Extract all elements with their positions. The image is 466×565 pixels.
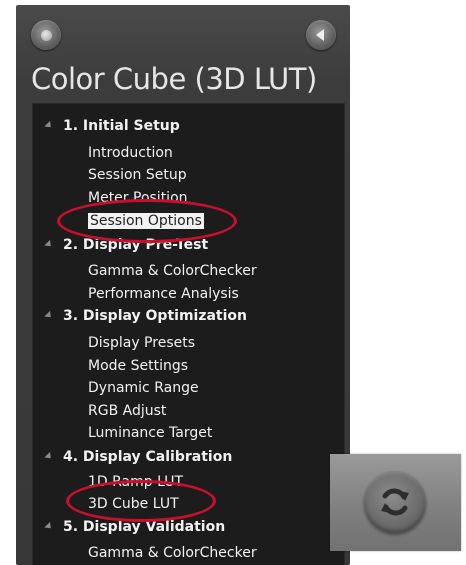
tree-item-3d-cube-lut[interactable]: 3D Cube LUT (88, 493, 179, 515)
refresh-button[interactable] (364, 471, 426, 533)
dot-icon (40, 29, 52, 41)
tree-item-label: Luminance Target (88, 425, 213, 441)
collapse-arrow-icon[interactable] (44, 239, 54, 250)
panel-title: Color Cube (3D LUT) (31, 62, 317, 96)
tree-item-gamma-colorchecker[interactable]: Gamma & ColorChecker (88, 260, 257, 282)
section-label: 5. Display Validation (63, 519, 226, 535)
section-label: 3. Display Optimization (63, 308, 247, 324)
refresh-inset (330, 454, 461, 551)
tree-item-rgb-adjust[interactable]: RGB Adjust (88, 400, 166, 422)
tree-item-label: Gamma & ColorChecker (88, 545, 257, 561)
tree-section-display-pre-test[interactable]: 2. Display Pre-Test (33, 234, 344, 256)
screenshot-stage: Color Cube (3D LUT) 1. Initial Setup Int… (0, 0, 466, 565)
color-cube-panel: Color Cube (3D LUT) 1. Initial Setup Int… (16, 5, 350, 565)
tree-item-label: Session Setup (88, 167, 187, 183)
tree-item-label: RGB Adjust (88, 403, 167, 419)
tree-item-label: Dynamic Range (88, 380, 199, 396)
tree-item-performance-analysis[interactable]: Performance Analysis (88, 283, 239, 305)
collapse-arrow-icon[interactable] (44, 451, 54, 462)
tree-item-label: Meter Position (88, 190, 188, 206)
tree-item-label: 3D Cube LUT (88, 496, 179, 512)
tree-item-label: Gamma & ColorChecker (88, 263, 257, 279)
workflow-tree: 1. Initial Setup Introduction Session Se… (32, 103, 345, 565)
tree-section-display-calibration[interactable]: 4. Display Calibration (33, 446, 344, 468)
section-label: 4. Display Calibration (63, 449, 233, 465)
collapse-arrow-icon[interactable] (44, 521, 54, 532)
collapse-arrow-icon[interactable] (44, 310, 54, 321)
tree-item-meter-position[interactable]: Meter Position (88, 187, 188, 209)
tree-section-display-validation[interactable]: 5. Display Validation (33, 516, 344, 538)
tree-item-session-setup[interactable]: Session Setup (88, 164, 187, 186)
tree-item-gamma-colorchecker-validation[interactable]: Gamma & ColorChecker (88, 542, 257, 564)
tree-item-session-options[interactable]: Session Options (88, 210, 204, 232)
tree-item-label: Display Presets (88, 335, 196, 351)
back-arrow-icon (316, 29, 324, 41)
tree-item-1d-ramp-lut[interactable]: 1D Ramp LUT (88, 471, 183, 493)
tree-item-label: Introduction (88, 145, 173, 161)
menu-button[interactable] (31, 20, 61, 50)
back-button[interactable] (306, 20, 336, 50)
section-label: 1. Initial Setup (63, 118, 180, 134)
tree-item-label: Performance Analysis (88, 286, 239, 302)
tree-item-label: Mode Settings (88, 358, 189, 374)
tree-item-mode-settings[interactable]: Mode Settings (88, 355, 188, 377)
section-label: 2. Display Pre-Test (63, 237, 209, 253)
tree-item-display-presets[interactable]: Display Presets (88, 332, 195, 354)
refresh-icon (381, 488, 409, 516)
tree-item-introduction[interactable]: Introduction (88, 142, 173, 164)
tree-item-dynamic-range[interactable]: Dynamic Range (88, 377, 199, 399)
tree-section-initial-setup[interactable]: 1. Initial Setup (33, 115, 344, 137)
tree-item-label: 1D Ramp LUT (88, 474, 184, 490)
tree-item-luminance-target[interactable]: Luminance Target (88, 422, 212, 444)
tree-section-display-optimization[interactable]: 3. Display Optimization (33, 305, 344, 327)
tree-item-label: Session Options (88, 213, 204, 229)
collapse-arrow-icon[interactable] (44, 120, 54, 131)
